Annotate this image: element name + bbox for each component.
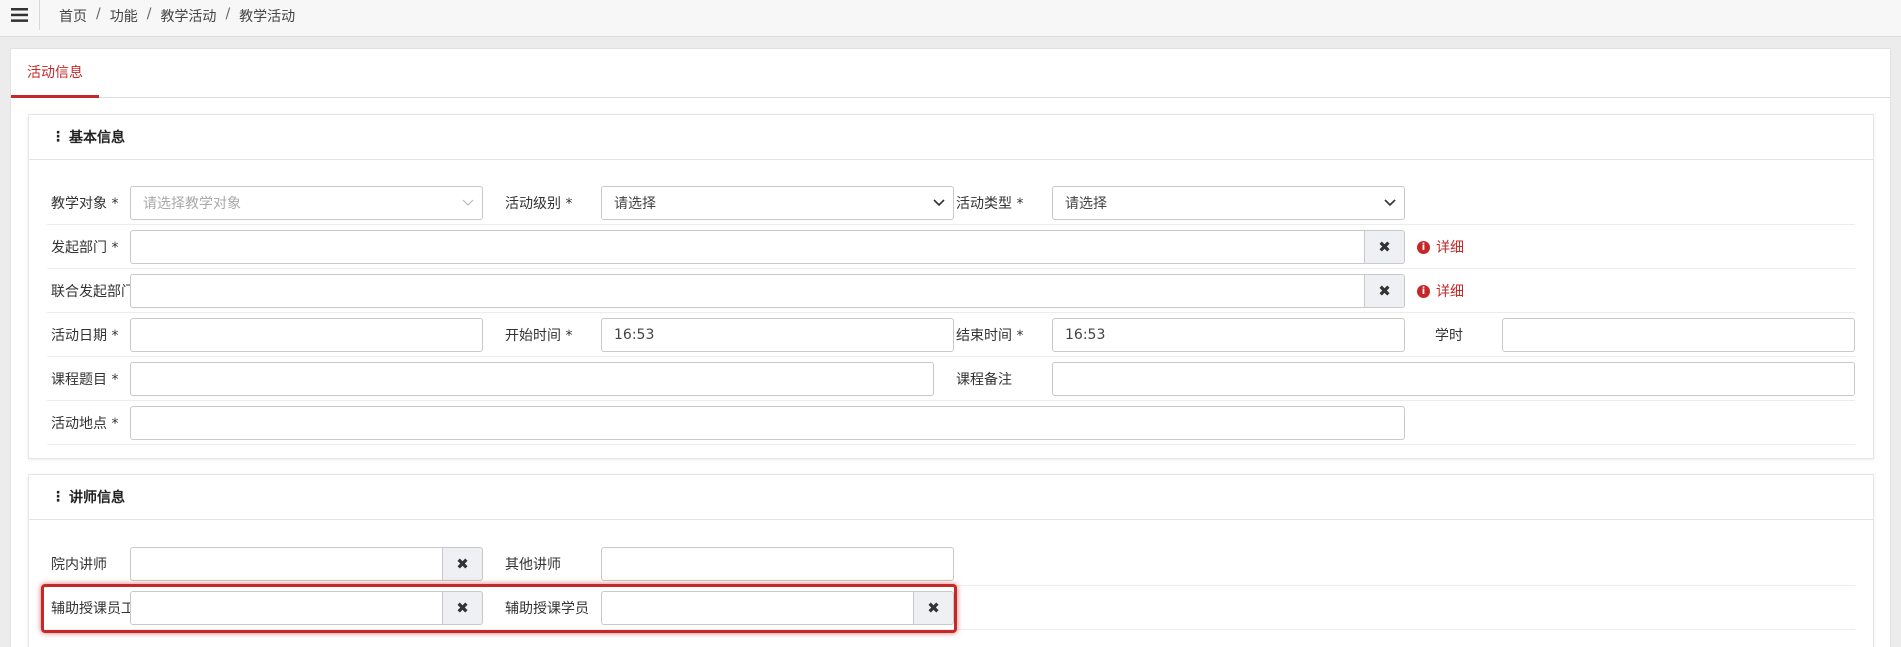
activity-level-select[interactable]: 请选择 (601, 186, 954, 220)
breadcrumb-teaching-activity[interactable]: 教学活动 (160, 6, 216, 26)
initiating-dept-label: 发起部门 * (51, 240, 119, 256)
start-time-input[interactable]: 16:53 (601, 318, 954, 352)
section-title-basic: ⋮ 基本信息 (29, 115, 1873, 160)
vertical-dots-icon: ⋮ (51, 489, 65, 505)
internal-lecturer-label: 院内讲师 (51, 557, 107, 573)
credit-hours-input[interactable] (1502, 318, 1855, 352)
top-bar: 首页 / 功能 / 教学活动 / 教学活动 (0, 0, 1901, 37)
form-row: 联合发起部门 ✖ i 详细 (47, 269, 1855, 313)
breadcrumb-current: 教学活动 (239, 9, 296, 25)
start-time-label: 开始时间 * (505, 328, 573, 344)
basic-info-section: ⋮ 基本信息 教学对象 * 请选择教学对象 活动级别 * 请选择 活动类型 * … (28, 114, 1874, 459)
other-lecturer-input[interactable] (601, 547, 954, 581)
activity-type-select[interactable]: 请选择 (1052, 186, 1405, 220)
teaching-target-label: 教学对象 * (51, 196, 119, 212)
form-row: 发起部门 * ✖ i 详细 (47, 225, 1855, 269)
activity-type-label: 活动类型 * (956, 196, 1024, 212)
form-row: 活动地点 * (47, 401, 1855, 445)
menu-toggle-button[interactable] (0, 0, 40, 30)
lecturer-info-section: ⋮ 讲师信息 院内讲师 ✖ 其他讲师 辅助授课员工 ✖ 辅助授课学员 ✖ (28, 474, 1874, 647)
assist-staff-input[interactable] (130, 591, 443, 625)
course-topic-input[interactable] (130, 362, 934, 396)
end-time-input[interactable]: 16:53 (1052, 318, 1405, 352)
close-icon: ✖ (1378, 282, 1391, 300)
internal-lecturer-input[interactable] (130, 547, 443, 581)
clear-joint-dept-button[interactable]: ✖ (1365, 274, 1405, 308)
course-remark-input[interactable] (1052, 362, 1855, 396)
form-row: 院内讲师 ✖ 其他讲师 (47, 542, 1855, 586)
chevron-down-icon (462, 199, 474, 206)
form-row: 活动日期 * 开始时间 * 16:53 结束时间 * 16:53 学时 (47, 313, 1855, 357)
assist-student-label: 辅助授课学员 (505, 601, 589, 617)
joint-dept-detail-link[interactable]: i 详细 (1417, 269, 1464, 313)
close-icon: ✖ (927, 599, 940, 617)
info-icon: i (1417, 284, 1430, 298)
tab-activity-info[interactable]: 活动信息 (11, 49, 99, 98)
activity-place-input[interactable] (130, 406, 1405, 440)
clear-assist-student-button[interactable]: ✖ (914, 591, 954, 625)
assist-staff-label: 辅助授课员工 (51, 601, 135, 617)
tab-bar: 活动信息 (11, 49, 1890, 98)
credit-hours-label: 学时 (1435, 328, 1463, 344)
close-icon: ✖ (456, 555, 469, 573)
close-icon: ✖ (456, 599, 469, 617)
clear-internal-lecturer-button[interactable]: ✖ (443, 547, 483, 581)
breadcrumb: 首页 / 功能 / 教学活动 / 教学活动 (59, 6, 296, 26)
form-row: 教学对象 * 请选择教学对象 活动级别 * 请选择 活动类型 * 请选择 (47, 181, 1855, 225)
dept-detail-link[interactable]: i 详细 (1417, 225, 1464, 269)
activity-date-label: 活动日期 * (51, 328, 119, 344)
assist-student-input[interactable] (601, 591, 914, 625)
clear-dept-button[interactable]: ✖ (1365, 230, 1405, 264)
joint-dept-label: 联合发起部门 (51, 284, 135, 300)
breadcrumb-home[interactable]: 首页 (59, 6, 87, 26)
info-icon: i (1417, 240, 1430, 254)
clear-assist-staff-button[interactable]: ✖ (443, 591, 483, 625)
other-lecturer-label: 其他讲师 (505, 557, 561, 573)
hamburger-icon (11, 8, 28, 22)
section-title-lecturer: ⋮ 讲师信息 (29, 475, 1873, 520)
activity-date-input[interactable] (130, 318, 483, 352)
end-time-label: 结束时间 * (956, 328, 1024, 344)
joint-dept-input[interactable] (130, 274, 1365, 308)
course-remark-label: 课程备注 (956, 372, 1012, 388)
breadcrumb-functions[interactable]: 功能 (110, 6, 138, 26)
close-icon: ✖ (1378, 238, 1391, 256)
course-topic-label: 课程题目 * (51, 372, 119, 388)
main-card: 活动信息 ⋮ 基本信息 教学对象 * 请选择教学对象 活动级别 * 请选择 活动… (10, 48, 1891, 647)
form-row: 辅助授课员工 ✖ 辅助授课学员 ✖ (47, 586, 1855, 630)
form-row: 课程题目 * 课程备注 (47, 357, 1855, 401)
initiating-dept-input[interactable] (130, 230, 1365, 264)
activity-place-label: 活动地点 * (51, 416, 119, 432)
chevron-down-icon (933, 199, 945, 207)
chevron-down-icon (1384, 199, 1396, 207)
activity-level-label: 活动级别 * (505, 196, 573, 212)
vertical-dots-icon: ⋮ (51, 129, 65, 145)
teaching-target-select[interactable]: 请选择教学对象 (130, 186, 483, 220)
